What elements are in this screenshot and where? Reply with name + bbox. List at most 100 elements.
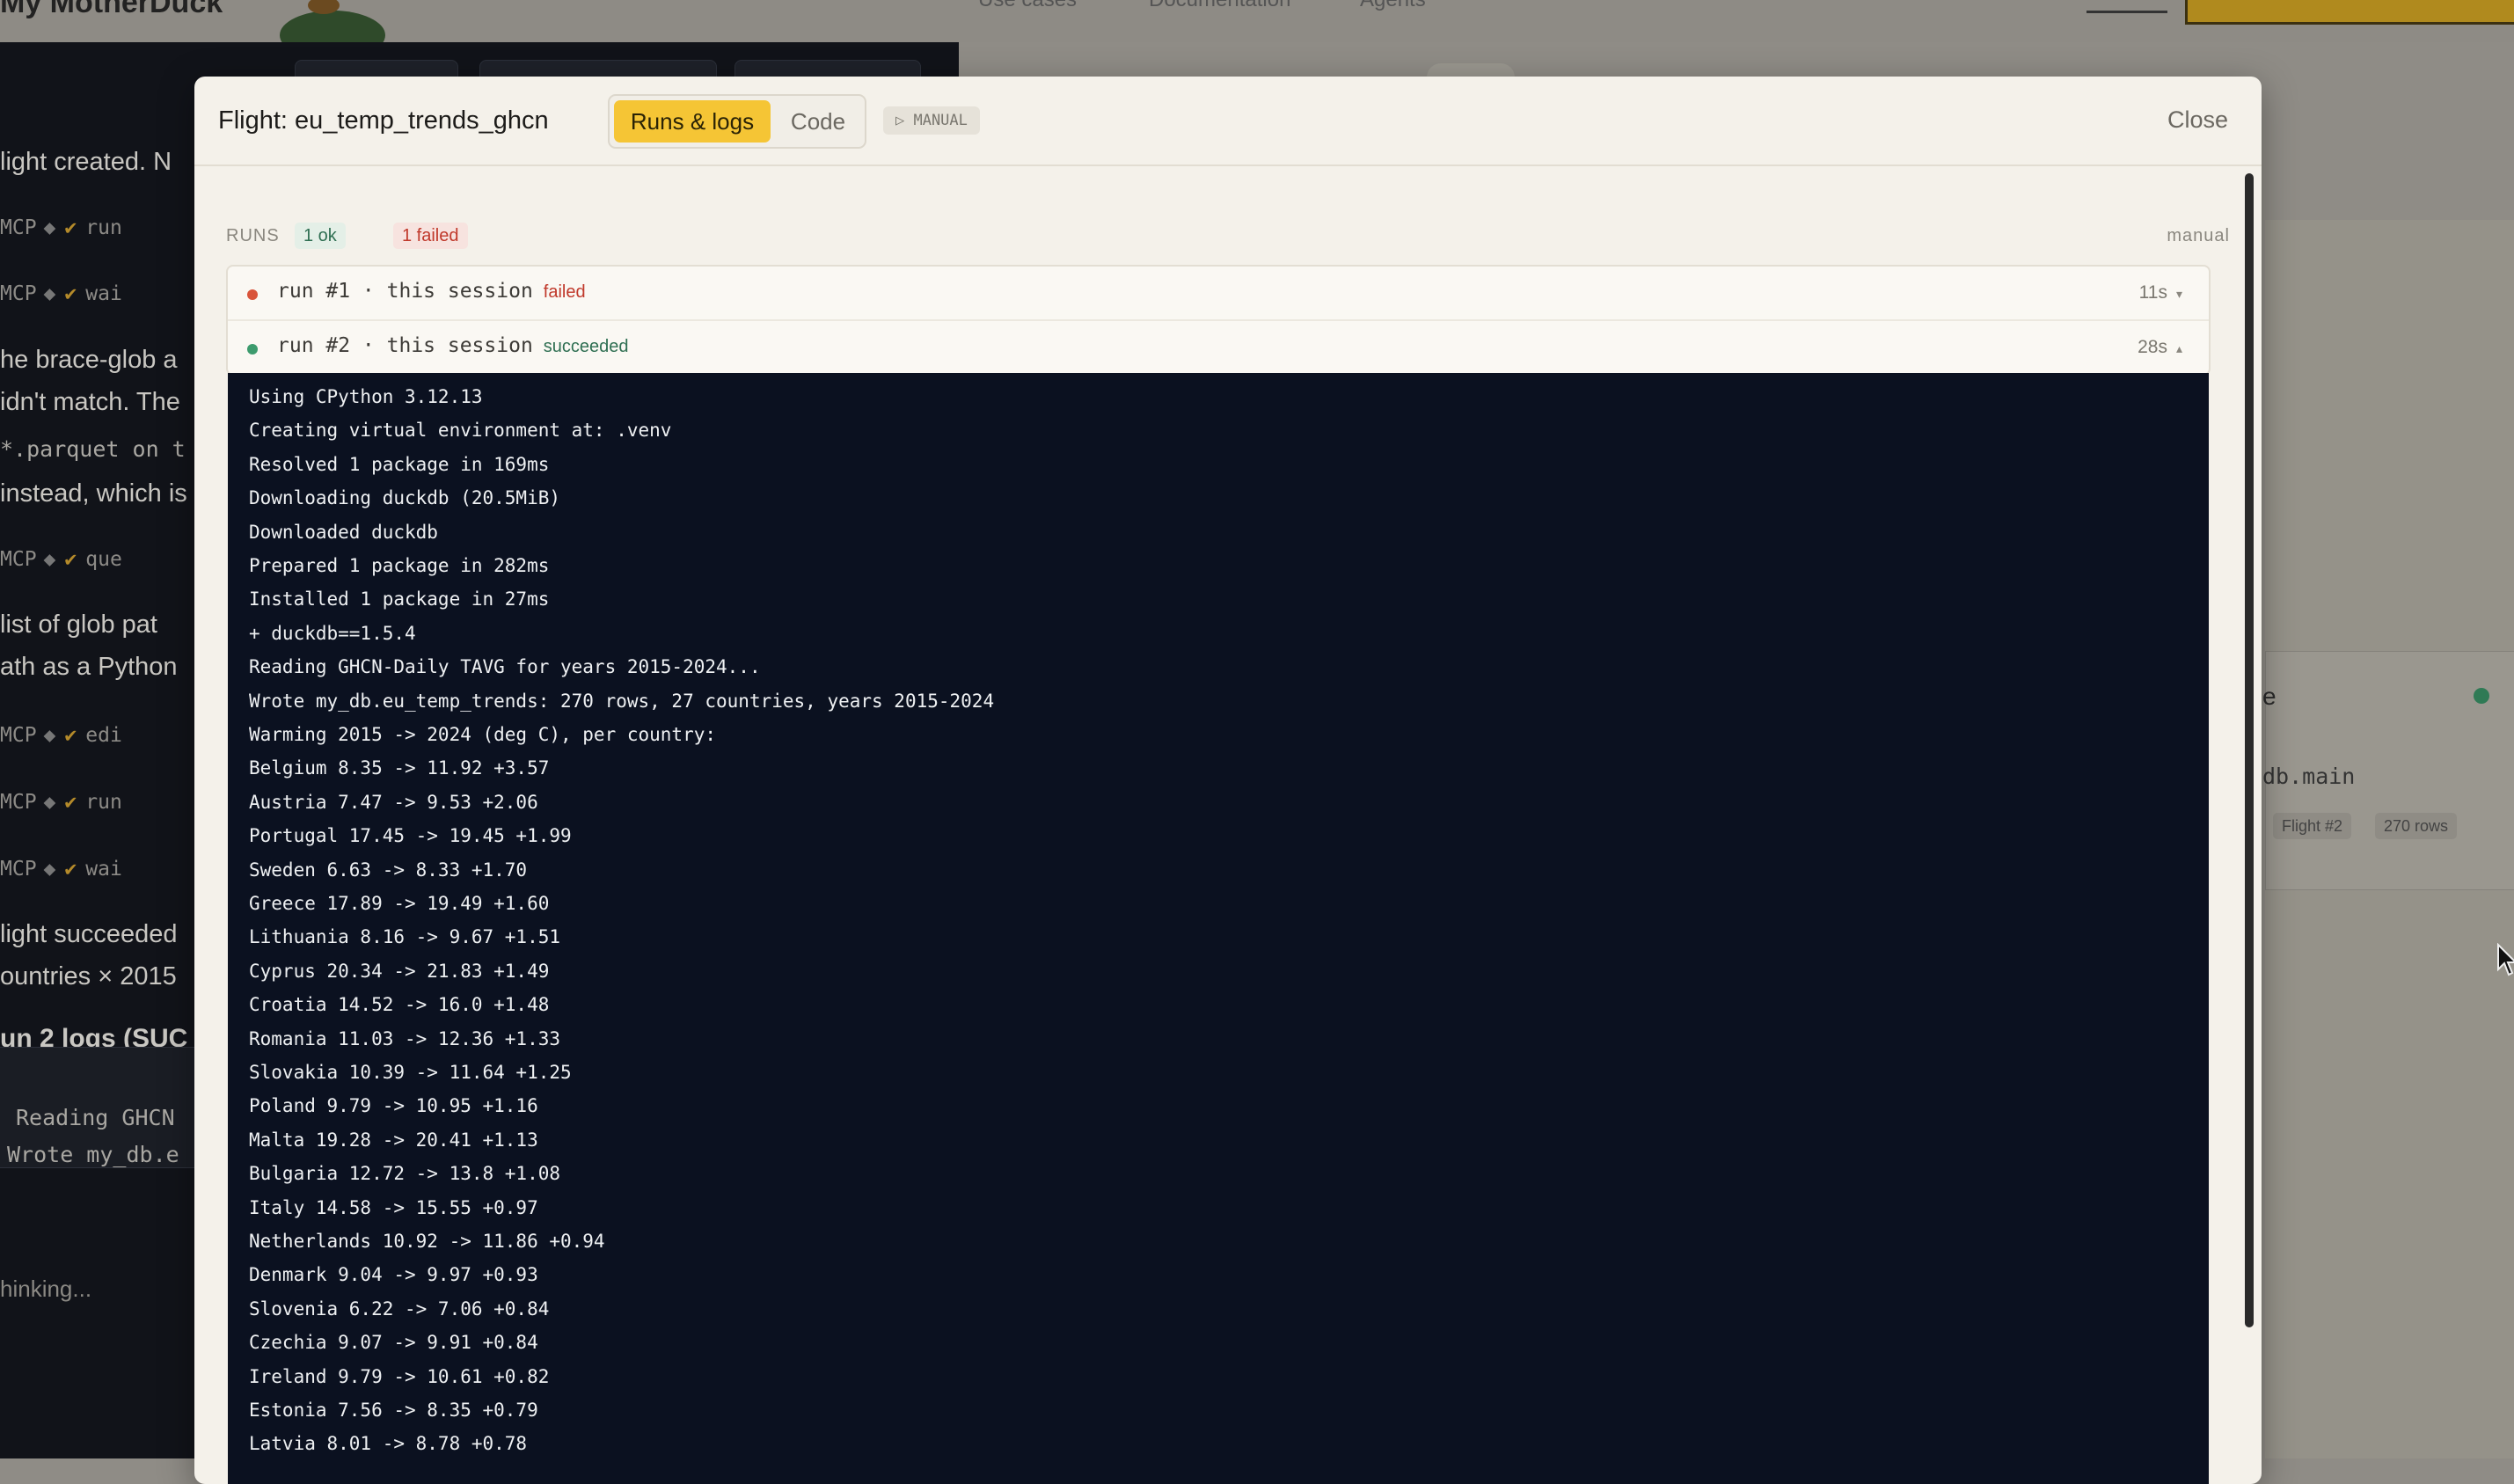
chat-line: list of glob pat — [0, 610, 157, 639]
table-card-title: e — [2262, 683, 2276, 710]
log-line: Austria 7.47 -> 9.53 +2.06 — [249, 791, 538, 813]
run-duration: 11s — [2138, 282, 2167, 303]
chat-line-mono: *.parquet on t — [0, 436, 186, 462]
log-line: Netherlands 10.92 -> 11.86 +0.94 — [249, 1231, 605, 1252]
cta-button[interactable] — [2185, 0, 2514, 25]
log-line: Downloaded duckdb — [249, 521, 438, 543]
diamond-icon: ◆ — [43, 548, 56, 571]
log-output[interactable]: Using CPython 3.12.13 Creating virtual en… — [228, 373, 2209, 1484]
view-tabs: Runs & logs Code — [608, 94, 866, 149]
log-line: Italy 14.58 -> 15.55 +0.97 — [249, 1196, 538, 1218]
tool-icon: ✔ — [64, 282, 77, 305]
log-line: Creating virtual environment at: .venv — [249, 420, 672, 442]
run-name: run #2 · this session — [277, 334, 533, 357]
chevron-down-icon: ▾ — [2175, 287, 2182, 301]
flight-modal: Flight: eu_temp_trends_ghcn Runs & logs … — [194, 77, 2262, 1484]
tool-icon: ✔ — [64, 548, 77, 571]
ok-count-badge: 1 ok — [295, 223, 346, 249]
brand-logo-text[interactable]: My MotherDuck — [0, 0, 223, 20]
log-line: Prepared 1 package in 282ms — [249, 555, 550, 576]
mouse-cursor-icon — [2497, 943, 2514, 976]
nav-documentation[interactable]: Documentation — [1149, 0, 1290, 12]
failed-count-badge: 1 failed — [393, 223, 468, 249]
mcp-tool-row[interactable]: MCP ◆ ✔ wai — [0, 282, 122, 305]
code-line: Wrote my_db.e — [7, 1142, 179, 1167]
modal-scrollbar[interactable] — [2245, 173, 2254, 1327]
log-line: Warming 2015 -> 2024 (deg C), per countr… — [249, 724, 717, 745]
log-line: Czechia 9.07 -> 9.91 +0.84 — [249, 1332, 538, 1354]
diamond-icon: ◆ — [43, 858, 56, 881]
run-status: succeeded — [543, 337, 629, 356]
nav-active-underline — [2086, 11, 2167, 13]
nav-agents[interactable]: Agents — [1360, 0, 1426, 12]
tool-icon: ✔ — [64, 791, 77, 814]
chat-line: idn't match. The — [0, 388, 180, 416]
chat-line: ountries × 2015 — [0, 962, 177, 991]
log-line: Slovakia 10.39 -> 11.64 +1.25 — [249, 1062, 572, 1083]
duck-mascot-icon — [280, 0, 385, 42]
tool-icon: ✔ — [64, 858, 77, 881]
log-line: Sweden 6.63 -> 8.33 +1.70 — [249, 859, 528, 881]
diamond-icon: ◆ — [43, 282, 56, 305]
log-line: Croatia 14.52 -> 16.0 +1.48 — [249, 994, 550, 1016]
log-line: + duckdb==1.5.4 — [249, 622, 416, 644]
log-line: Latvia 8.01 -> 8.78 +0.78 — [249, 1433, 528, 1455]
chevron-up-icon: ▴ — [2175, 341, 2182, 355]
tab-runs-logs[interactable]: Runs & logs — [614, 100, 771, 143]
log-line: Portugal 17.45 -> 19.45 +1.99 — [249, 825, 572, 847]
chat-line: light succeeded — [0, 920, 178, 948]
run-status: failed — [543, 282, 586, 302]
mcp-tool-row[interactable]: MCP ◆ ✔ edi — [0, 724, 122, 747]
table-card-db: db.main — [2262, 764, 2356, 789]
trigger-badge: ▷ MANUAL — [883, 106, 980, 135]
log-line: Installed 1 package in 27ms — [249, 588, 550, 610]
chat-line: instead, which is — [0, 479, 187, 508]
thinking-indicator: hinking... — [0, 1276, 92, 1302]
tab-code[interactable]: Code — [777, 100, 859, 143]
run-row[interactable]: run #2 · this session succeeded 28s ▴ — [228, 321, 2209, 374]
log-line: Estonia 7.56 -> 8.35 +0.79 — [249, 1400, 538, 1421]
log-line: Slovenia 6.22 -> 7.06 +0.84 — [249, 1298, 550, 1320]
runs-label: RUNS — [226, 226, 280, 245]
code-line: Reading GHCN — [16, 1105, 175, 1130]
log-line: Reading GHCN-Daily TAVG for years 2015-2… — [249, 656, 761, 678]
mcp-tool-row[interactable]: MCP ◆ ✔ run — [0, 216, 122, 239]
status-dot-icon — [247, 289, 258, 300]
log-line: Malta 19.28 -> 20.41 +1.13 — [249, 1129, 538, 1151]
log-line: Poland 9.79 -> 10.95 +1.16 — [249, 1095, 538, 1117]
chat-line: he brace-glob a — [0, 346, 178, 374]
chat-line: light created. N — [0, 148, 172, 176]
log-line: Wrote my_db.eu_temp_trends: 270 rows, 27… — [249, 690, 995, 712]
run-list: run #1 · this session failed 11s ▾ run #2 … — [226, 265, 2211, 376]
log-line: Resolved 1 package in 169ms — [249, 453, 550, 475]
modal-title: Flight: eu_temp_trends_ghcn — [218, 106, 549, 135]
modal-header: Flight: eu_temp_trends_ghcn Runs & logs … — [194, 77, 2262, 166]
run-duration: 28s — [2138, 337, 2167, 357]
tool-icon: ✔ — [64, 724, 77, 747]
mcp-tool-row[interactable]: MCP ◆ ✔ que — [0, 548, 122, 571]
close-button[interactable]: Close — [2167, 106, 2228, 134]
nav-use-cases[interactable]: Use cases — [978, 0, 1077, 12]
diamond-icon: ◆ — [43, 791, 56, 814]
run-row[interactable]: run #1 · this session failed 11s ▾ — [228, 267, 2209, 321]
runs-summary: RUNS 1 ok 1 failed manual — [226, 223, 2230, 252]
status-dot-icon — [247, 344, 258, 355]
log-line: Lithuania 8.16 -> 9.67 +1.51 — [249, 926, 561, 948]
run-name: run #1 · this session — [277, 280, 533, 303]
flight-chip: Flight #2 — [2273, 813, 2352, 839]
runs-trigger-label: manual — [2167, 226, 2230, 245]
mcp-tool-row[interactable]: MCP ◆ ✔ run — [0, 791, 122, 814]
app-topbar: My MotherDuck Use cases Documentation Ag… — [0, 0, 2514, 43]
log-line: Bulgaria 12.72 -> 13.8 +1.08 — [249, 1163, 561, 1185]
diamond-icon: ◆ — [43, 724, 56, 747]
log-line: Using CPython 3.12.13 — [249, 386, 483, 407]
log-line: Denmark 9.04 -> 9.97 +0.93 — [249, 1264, 538, 1286]
log-line: Downloading duckdb (20.5MiB) — [249, 487, 561, 509]
tool-icon: ✔ — [64, 216, 77, 239]
log-line: Cyprus 20.34 -> 21.83 +1.49 — [249, 960, 550, 982]
log-line: Ireland 9.79 -> 10.61 +0.82 — [249, 1365, 550, 1387]
log-line: Romania 11.03 -> 12.36 +1.33 — [249, 1027, 561, 1049]
chat-line: ath as a Python — [0, 653, 178, 681]
diamond-icon: ◆ — [43, 216, 56, 239]
mcp-tool-row[interactable]: MCP ◆ ✔ wai — [0, 858, 122, 881]
